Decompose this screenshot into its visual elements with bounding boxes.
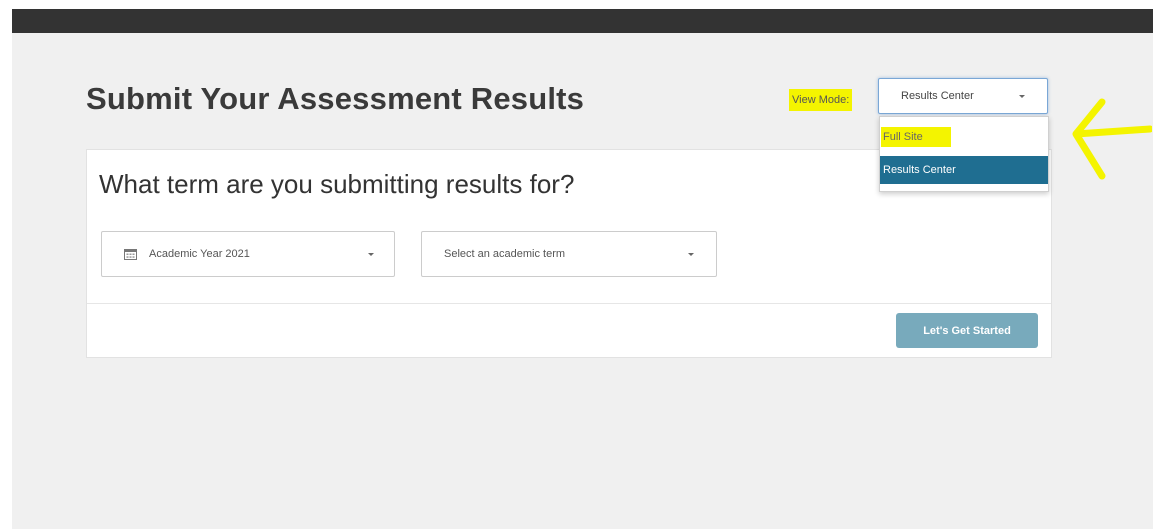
chevron-down-icon <box>688 253 694 256</box>
card-heading: What term are you submitting results for… <box>99 169 575 199</box>
view-mode-option-label: Results Center <box>883 164 956 176</box>
chevron-down-icon <box>368 253 374 256</box>
chevron-down-icon <box>1019 95 1025 98</box>
academic-term-placeholder: Select an academic term <box>444 248 566 260</box>
calendar-icon <box>124 249 137 260</box>
academic-year-select[interactable]: Academic Year 2021 <box>101 231 395 277</box>
academic-term-select[interactable]: Select an academic term <box>421 231 717 277</box>
top-bar <box>12 9 1153 33</box>
view-mode-dropdown-menu: Full Site Results Center <box>879 116 1049 192</box>
view-mode-label: View Mode: <box>789 89 853 111</box>
card-divider <box>87 303 1051 304</box>
lets-get-started-button[interactable]: Let's Get Started <box>896 313 1038 348</box>
view-mode-option-label: Full Site <box>881 127 951 147</box>
app-frame: Submit Your Assessment Results View Mode… <box>12 9 1153 529</box>
page-title: Submit Your Assessment Results <box>86 81 585 116</box>
academic-year-value: Academic Year 2021 <box>149 248 250 260</box>
view-mode-option-full-site[interactable]: Full Site <box>880 123 1048 151</box>
annotation-arrow-icon <box>1072 98 1152 180</box>
view-mode-selected-value: Results Center <box>901 90 974 102</box>
view-mode-select[interactable]: Results Center <box>878 78 1048 114</box>
view-mode-option-results-center[interactable]: Results Center <box>880 156 1048 184</box>
